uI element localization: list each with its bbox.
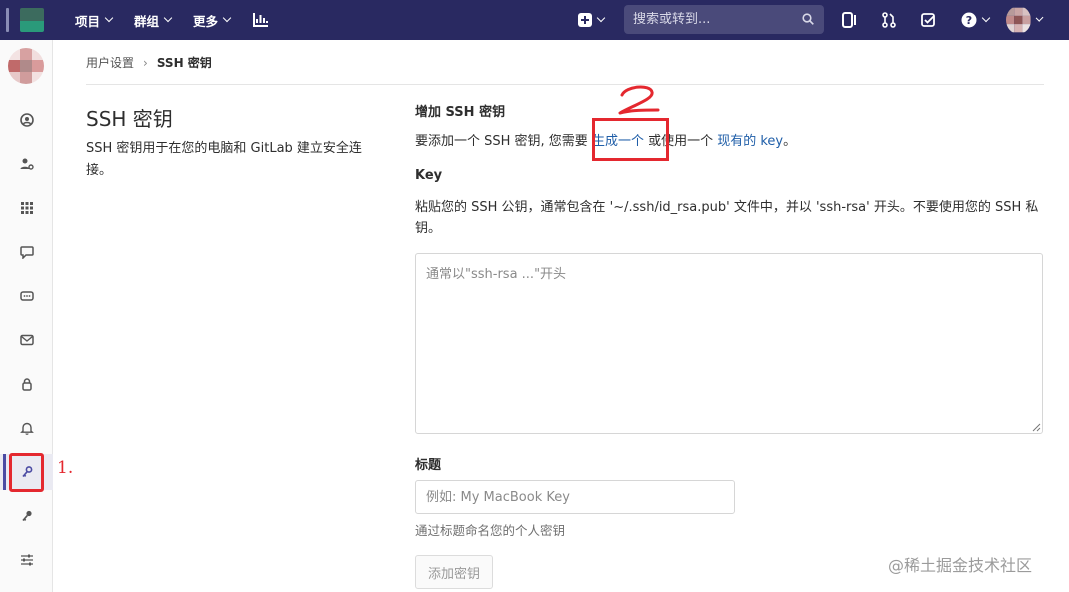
nav-more-label: 更多: [193, 13, 219, 29]
breadcrumb: 用户设置 › SSH 密钥: [86, 54, 212, 71]
chevron-down-icon: [222, 13, 232, 23]
key-title-input[interactable]: [415, 480, 735, 514]
help-dropdown[interactable]: ?: [957, 10, 993, 30]
lock-icon: [21, 378, 32, 391]
page-description: SSH 密钥用于在您的电脑和 GitLab 建立安全连接。: [86, 141, 362, 178]
user-gear-icon: [20, 158, 34, 170]
breadcrumb-user-settings[interactable]: 用户设置: [86, 54, 134, 71]
search-icon: [802, 13, 814, 25]
todo-check-icon[interactable]: [918, 10, 938, 30]
intro-prefix: 要添加一个 SSH 密钥, 您需要: [415, 134, 592, 149]
grid-icon: [20, 202, 33, 214]
plus-square-icon: [578, 13, 592, 27]
search-box[interactable]: [624, 5, 824, 34]
add-ssh-key-heading: 增加 SSH 密钥: [415, 105, 506, 120]
new-item-dropdown[interactable]: [574, 10, 608, 30]
bell-icon: [19, 422, 34, 435]
breadcrumb-separator: ›: [143, 55, 148, 70]
settings-sidebar: [0, 40, 53, 592]
annotation-step1-label: 1.: [57, 458, 74, 478]
breadcrumb-current[interactable]: SSH 密钥: [157, 54, 212, 71]
chevron-down-icon: [163, 13, 173, 23]
merge-request-icon[interactable]: [879, 10, 899, 30]
page-title: SSH 密钥: [86, 107, 173, 131]
avatar: [1006, 7, 1031, 33]
question-circle-icon: ?: [961, 12, 977, 28]
nav-groups-dropdown[interactable]: 群组: [134, 0, 173, 40]
sidebar-item-emails[interactable]: [0, 322, 53, 358]
issues-icon[interactable]: [840, 10, 860, 30]
sidebar-item-applications[interactable]: [0, 190, 53, 226]
user-circle-icon: [19, 113, 34, 127]
sidebar-item-gpg-keys[interactable]: [0, 498, 53, 534]
sidebar-item-chat[interactable]: [0, 234, 53, 270]
search-input[interactable]: [633, 12, 793, 27]
intro-suffix: 。: [783, 134, 797, 149]
instance-logo: [20, 8, 44, 32]
chevron-down-icon: [1035, 13, 1044, 23]
activity-chart-icon[interactable]: [251, 10, 271, 30]
watermark: @稀土掘金技术社区: [888, 556, 1033, 575]
user-avatar-dropdown[interactable]: [1006, 6, 1044, 34]
sidebar-item-password[interactable]: [0, 366, 53, 402]
breadcrumb-divider: [86, 84, 1044, 85]
annotation-box-step2: [592, 118, 669, 161]
envelope-icon: [19, 334, 34, 346]
sidebar-item-notifications[interactable]: [0, 410, 53, 446]
existing-key-link[interactable]: 现有的 key: [717, 134, 783, 149]
comment-icon: [19, 246, 34, 259]
nav-groups-label: 群组: [134, 13, 160, 29]
sidebar-user-avatar[interactable]: [8, 48, 44, 84]
home-logo[interactable]: [6, 6, 50, 34]
logo-bar: [6, 8, 9, 32]
sidebar-item-profile[interactable]: [0, 102, 53, 138]
chevron-down-icon: [104, 13, 114, 23]
key-alt-icon: [21, 510, 32, 522]
annotation-step2-handwritten-number: [618, 85, 660, 115]
chevron-down-icon: [981, 13, 991, 23]
sidebar-item-preferences[interactable]: [0, 542, 53, 578]
top-navbar: 项目 群组 更多 ?: [0, 0, 1069, 40]
ssh-key-textarea[interactable]: [415, 253, 1043, 434]
svg-text:?: ?: [966, 14, 972, 27]
nav-projects-label: 项目: [75, 13, 101, 29]
chevron-down-icon: [596, 13, 606, 23]
key-label: Key: [415, 168, 443, 183]
token-icon: [19, 291, 34, 301]
sidebar-item-account[interactable]: [0, 146, 53, 182]
title-label: 标题: [415, 458, 442, 473]
add-key-button[interactable]: 添加密钥: [415, 555, 493, 589]
sliders-icon: [20, 554, 33, 566]
nav-more-dropdown[interactable]: 更多: [193, 0, 232, 40]
annotation-box-step1: [9, 453, 44, 492]
title-help-text: 通过标题命名您的个人密钥: [415, 523, 566, 538]
key-help-text: 粘贴您的 SSH 公钥，通常包含在 '~/.ssh/id_rsa.pub' 文件…: [415, 200, 1039, 236]
resize-handle-icon[interactable]: [1032, 423, 1041, 432]
sidebar-item-access-tokens[interactable]: [0, 278, 53, 314]
nav-projects-dropdown[interactable]: 项目: [75, 0, 114, 40]
